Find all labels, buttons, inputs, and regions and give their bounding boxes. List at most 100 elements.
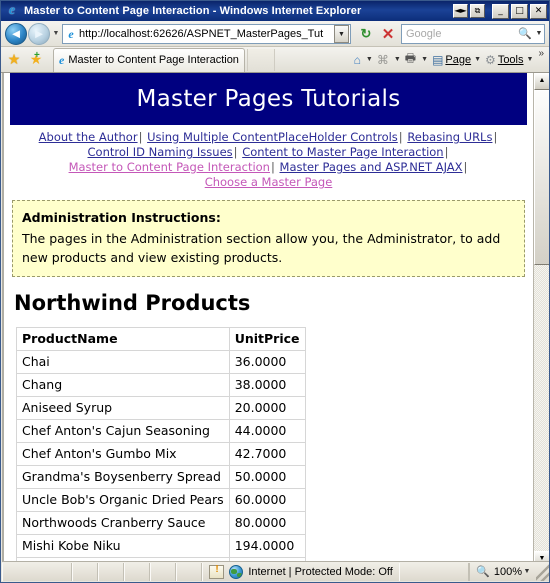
internet-zone-globe-icon (229, 564, 244, 579)
tools-caret-icon[interactable]: ▼ (527, 56, 534, 63)
maximize-button[interactable]: □ (511, 3, 528, 19)
nav-link-using-multiple-contentplaceholder-controls[interactable]: Using Multiple ContentPlaceHolder Contro… (147, 130, 398, 144)
title-bar: e Master to Content Page Interaction - W… (1, 1, 549, 21)
close-button[interactable]: ✕ (530, 3, 547, 19)
zoom-control[interactable]: 🔍 100% ▼ (469, 562, 536, 581)
scroll-up-button[interactable]: ▲ (534, 73, 549, 90)
table-row: Mishi Kobe Niku 194.0000 (16, 534, 306, 558)
nav-separator: | (444, 145, 449, 159)
instructions-heading: Administration Instructions: (22, 210, 221, 225)
refresh-button[interactable]: ↻ (355, 24, 377, 44)
page-vertical-scrollbar[interactable]: ▲ ▼ (533, 73, 549, 568)
table-header-row: ProductName UnitPrice (16, 327, 306, 351)
print-button[interactable]: 🖶 ▼ (403, 49, 430, 71)
page-menu-label: Page (445, 53, 472, 66)
tutorial-nav-links: About the Author | Using Multiple Content… (10, 130, 527, 196)
browser-tab[interactable]: e Master to Content Page Interaction (53, 47, 245, 72)
cell-product-name: Uncle Bob's Organic Dried Pears (16, 488, 230, 512)
address-input[interactable]: e http://localhost:62626/ASPNET_MasterPa… (62, 23, 351, 44)
address-bar: ◄ ► ▼ e http://localhost:62626/ASPNET_Ma… (1, 21, 549, 47)
home-caret-icon[interactable]: ▼ (366, 56, 373, 63)
nav-link-rebasing-urls[interactable]: Rebasing URLs (407, 130, 492, 144)
scrollbar-track[interactable] (534, 90, 549, 551)
column-header-unitprice: UnitPrice (228, 327, 306, 351)
page-viewport: Master Pages Tutorials About the Author |… (2, 73, 549, 568)
feeds-button[interactable]: ⌘ ▼ (375, 49, 403, 71)
cell-product-name: Grandma's Boysenberry Spread (16, 465, 230, 489)
stop-icon: ✕ (381, 25, 395, 43)
new-tab-button[interactable] (246, 48, 275, 71)
status-cell-4 (150, 562, 177, 581)
cell-product-name: Chai (16, 350, 230, 374)
tools-menu-label: Tools (497, 53, 524, 66)
cell-product-name: Northwoods Cranberry Sauce (16, 511, 230, 535)
nav-link-master-to-content-page-interaction[interactable]: Master to Content Page Interaction (69, 160, 270, 174)
cell-product-name: Chef Anton's Gumbo Mix (16, 442, 230, 466)
nav-link-choose-a-master-page[interactable]: Choose a Master Page (205, 175, 333, 189)
window-controls: ◄► ⧉ _ □ ✕ (453, 3, 547, 19)
search-provider-caret-icon[interactable]: ▼ (534, 30, 544, 37)
status-cell-5 (176, 562, 203, 581)
stop-button[interactable]: ✕ (377, 24, 399, 44)
cell-unit-price: 194.0000 (228, 534, 306, 558)
nav-separator: | (493, 130, 498, 144)
security-zone-cell[interactable]: Internet | Protected Mode: Off (202, 562, 399, 581)
status-cell-1 (72, 562, 99, 581)
zoom-magnifier-icon: 🔍 (476, 566, 490, 578)
zoom-caret-icon[interactable]: ▼ (522, 568, 532, 575)
search-icon[interactable]: 🔍 (516, 27, 534, 40)
restore-left-button[interactable]: ◄► (453, 4, 468, 18)
cell-unit-price: 80.0000 (228, 511, 306, 535)
recent-pages-caret-icon[interactable]: ▼ (50, 23, 62, 45)
scrollbar-thumb[interactable] (534, 90, 549, 266)
web-page-content: Master Pages Tutorials About the Author |… (2, 73, 533, 568)
cell-unit-price: 38.0000 (228, 373, 306, 397)
add-to-favorites-icon[interactable]: ★ (25, 50, 47, 68)
minimize-button[interactable]: _ (492, 3, 509, 19)
nav-separator: | (233, 145, 238, 159)
page-inner: Master Pages Tutorials About the Author |… (4, 73, 533, 568)
search-input-placeholder: Google (406, 27, 442, 40)
table-row: Northwoods Cranberry Sauce 80.0000 (16, 511, 306, 535)
gear-icon: ⚙ (485, 52, 496, 67)
table-row: Chef Anton's Gumbo Mix 42.7000 (16, 442, 306, 466)
home-button[interactable]: ⌂ ▼ (352, 49, 375, 71)
cell-unit-price: 36.0000 (228, 350, 306, 374)
nav-separator: | (463, 160, 468, 174)
home-icon: ⌂ (353, 52, 361, 67)
tab-command-bar: ★ ★ e Master to Content Page Interaction… (1, 47, 549, 73)
printer-icon: 🖶 (404, 51, 417, 65)
resize-grip[interactable] (536, 562, 549, 581)
address-dropdown-icon[interactable]: ▼ (334, 24, 349, 43)
page-favicon-icon: e (68, 26, 74, 41)
nav-link-master-pages-and-aspnet-ajax[interactable]: Master Pages and ASP.NET AJAX (280, 160, 463, 174)
table-row: Chef Anton's Cajun Seasoning 44.0000 (16, 419, 306, 443)
nav-link-content-to-master-page-interaction[interactable]: Content to Master Page Interaction (242, 145, 443, 159)
products-table-head: ProductName UnitPrice (16, 327, 306, 351)
nav-link-about-the-author[interactable]: About the Author (39, 130, 138, 144)
page-icon: ▤ (432, 52, 444, 67)
refresh-icon: ↻ (360, 25, 372, 41)
page-caret-icon[interactable]: ▼ (474, 56, 481, 63)
products-table-body: Chai 36.0000 Chang 38.0000 Aniseed Syrup 20… (16, 350, 306, 568)
cell-unit-price: 20.0000 (228, 396, 306, 420)
command-overflow-icon[interactable]: » (535, 48, 547, 59)
cell-product-name: Aniseed Syrup (16, 396, 230, 420)
restore-right-button[interactable]: ⧉ (470, 4, 485, 18)
feeds-caret-icon[interactable]: ▼ (394, 56, 401, 63)
print-caret-icon[interactable]: ▼ (421, 56, 428, 63)
nav-link-control-id-naming-issues[interactable]: Control ID Naming Issues (88, 145, 233, 159)
security-zone-label: Internet | Protected Mode: Off (248, 565, 393, 578)
forward-button[interactable]: ► (28, 22, 50, 45)
zoom-level-label: 100% (493, 565, 523, 578)
table-row: Uncle Bob's Organic Dried Pears 60.0000 (16, 488, 306, 512)
page-menu-button[interactable]: ▤ Page ▼ (430, 49, 483, 71)
ie-logo-icon: e (8, 3, 16, 18)
site-banner: Master Pages Tutorials (10, 73, 527, 125)
table-row: Chang 38.0000 (16, 373, 306, 397)
search-box[interactable]: Google 🔍 ▼ (401, 23, 545, 44)
status-message-cell (2, 562, 73, 581)
tools-menu-button[interactable]: ⚙ Tools ▼ (483, 49, 535, 71)
favorites-center-icon[interactable]: ★ (3, 51, 25, 68)
back-button[interactable]: ◄ (5, 22, 27, 45)
